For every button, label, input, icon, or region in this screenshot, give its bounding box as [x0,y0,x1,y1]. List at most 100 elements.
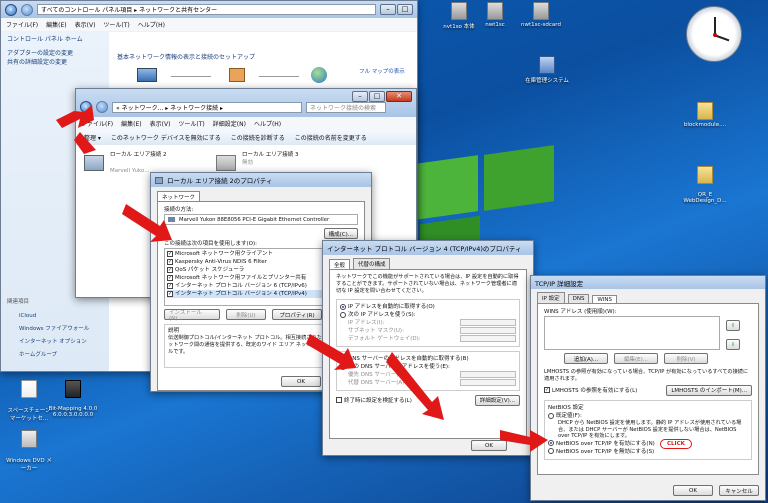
disable-device-button[interactable]: このネットワーク デバイスを無効にする [111,133,221,142]
rename-button[interactable]: この接続の名前を変更する [295,133,367,142]
checkbox[interactable]: ✓ [167,274,173,281]
ipv4-ok-button[interactable]: OK [471,440,507,451]
lmhosts-checkbox[interactable]: ✓ LMHOSTS の参照を有効にする(L) [544,387,637,395]
checkbox[interactable]: ✓ [167,250,173,257]
radio[interactable] [340,363,346,370]
configure-button[interactable]: 構成(C)... [323,228,358,239]
ipv4-tab-alternate[interactable]: 代替の構成 [352,258,391,269]
subnet-input[interactable] [460,327,516,334]
desktop-icon-left-3[interactable]: Windows DVD メ ーカー [0,424,58,472]
minimize-button[interactable]: – [380,4,396,15]
radio[interactable] [548,440,554,446]
nc-address-bar[interactable]: « ネットワーク... ▸ ネットワーク接続 ▸ [112,102,302,113]
menu-edit[interactable]: 編集(E) [46,20,66,29]
menu-view[interactable]: 表示(V) [75,20,96,29]
menu-help[interactable]: ヘルプ(H) [138,20,165,29]
sidebar-homegroup[interactable]: ホームグループ [19,351,57,359]
nc-minimize-button[interactable]: – [352,91,368,102]
lan-ok-button[interactable]: OK [281,376,321,387]
nc-menu-file[interactable]: ファイル(F) [81,119,113,128]
dns-manual-option[interactable]: 次の DNS サーバーのアドレスを使う(E): [340,363,516,371]
sidebar-icloud[interactable]: iCloud [19,312,36,320]
nc-menu-advanced[interactable]: 詳細設定(N) [213,119,246,128]
netbios-disable-option[interactable]: NetBIOS over TCP/IP を無効にする(S) [548,448,748,456]
adv-cancel-button[interactable]: キャンセル [719,485,759,496]
uninstall-button[interactable]: 削除(U) [226,309,266,320]
nc-search-box[interactable]: ネットワーク接続の検索 [306,102,386,113]
ip-address-input[interactable] [460,319,516,326]
tcpip-advanced-dialog: TCP/IP 詳細設定 IP 設定 DNS WINS WINS アドレス (使用… [530,275,766,501]
desktop-icon-4[interactable]: 在庫管理システム [518,56,576,84]
diagnose-button[interactable]: この接続を診断する [231,133,285,142]
move-down-icon[interactable]: ⇩ [726,339,740,350]
dns-alternate-input[interactable] [460,379,516,386]
nc-forward-icon[interactable]: › [96,101,108,113]
radio[interactable] [340,355,346,362]
nc-menu-view[interactable]: 表示(V) [150,119,171,128]
wins-add-button[interactable]: 追加(A)... [564,353,608,364]
netbios-default-desc: DHCP から NetBIOS 設定を使用します。静的 IP アドレスが使用され… [558,420,742,439]
adapter-field: Marvell Yukon 88E8056 PCI-E Gigabit Ethe… [164,214,358,225]
desktop-icon-webdesign[interactable]: QR_E WebDesign_D... [676,160,734,204]
desktop-icon-left-2[interactable]: Bit-Mapping 4.0.0 6.0.0.3.0.0.0.0 [44,374,102,418]
nc-maximize-button[interactable]: □ [369,91,385,102]
gateway-input[interactable] [460,335,516,342]
radio[interactable] [548,412,554,419]
wins-remove-button[interactable]: 削除(V) [664,353,708,364]
menu-file[interactable]: ファイル(F) [6,20,38,29]
forward-icon[interactable]: › [21,3,33,16]
sidebar-advanced-sharing[interactable]: 共有の詳細設定の変更 [1,58,109,67]
ip-manual-option[interactable]: 次の IP アドレスを使う(S): [340,311,516,319]
checkbox[interactable]: ✓ [167,266,173,273]
computer-icon [137,68,157,82]
desktop-icon-3[interactable]: nwt1sc-sdcard [512,2,570,28]
network-adapter-icon [216,155,236,171]
nc-menu-help[interactable]: ヘルプ(H) [254,119,281,128]
nc-menu-edit[interactable]: 編集(E) [121,119,141,128]
back-icon[interactable]: ‹ [5,3,17,16]
advanced-button[interactable]: 詳細設定(V)... [474,395,520,406]
adv-tab-dns[interactable]: DNS [567,294,590,303]
checkbox[interactable]: ✓ [167,282,173,289]
radio[interactable] [340,311,346,318]
netbios-default-option[interactable]: 既定値(F): [548,412,748,420]
properties-button[interactable]: プロパティ(R) [272,309,322,320]
full-map-link[interactable]: フル マップの表示 [359,68,405,76]
sidebar-cp-home[interactable]: コントロール パネル ホーム [1,32,109,44]
install-button[interactable]: インストール(N)... [164,309,220,322]
adv-tab-ip[interactable]: IP 設定 [537,292,565,303]
nc-close-button[interactable]: ✕ [386,91,412,102]
dns-auto-option[interactable]: DNS サーバーのアドレスを自動的に取得する(B) [340,355,516,363]
sidebar-adapter-settings[interactable]: アダプターの設定の変更 [1,44,109,58]
nsc-address-bar[interactable]: すべてのコントロール パネル項目 ▸ ネットワークと共有センター [37,4,376,15]
ipv4-titlebar: インターネット プロトコル バージョン 4 (TCP/IPv4)のプロパティ [323,241,533,255]
ip-auto-option[interactable]: IP アドレスを自動的に取得する(O) [340,303,516,311]
organize-button[interactable]: 整理 ▾ [84,133,101,142]
lmhosts-import-button[interactable]: LMHOSTS のインポート(M)... [666,385,752,396]
adv-ok-button[interactable]: OK [673,485,713,496]
dns-preferred-input[interactable] [460,371,516,378]
connection-sub: 無効 [242,160,254,166]
ipv4-panel: ネットワークでこの機能がサポートされている場合は、IP 設定を自動的に取得するこ… [329,269,527,439]
move-up-icon[interactable]: ⇧ [726,320,740,331]
validate-checkbox[interactable]: 終了時に設定を検証する(L) [336,397,412,405]
checkbox[interactable]: ✓ [167,290,173,297]
nc-menu-tools[interactable]: ツール(T) [178,119,204,128]
radio[interactable] [340,303,346,310]
wins-list[interactable] [544,316,720,350]
checkbox [336,397,342,403]
checkbox: ✓ [544,387,550,393]
maximize-button[interactable]: □ [397,4,413,15]
desktop-icon-blockmodule[interactable]: blockmodule.... [676,102,734,128]
adv-titlebar: TCP/IP 詳細設定 [531,276,765,289]
wins-edit-button[interactable]: 編集(E)... [614,353,658,364]
radio[interactable] [548,448,554,454]
sidebar-firewall[interactable]: Windows ファイアウォール [19,325,89,333]
menu-tools[interactable]: ツール(T) [103,20,129,29]
nc-back-icon[interactable]: ‹ [80,101,92,113]
sidebar-internet-options[interactable]: インターネット オプション [19,338,87,346]
checkbox[interactable]: ✓ [167,258,173,265]
dns-preferred-row: 優先 DNS サーバー(P): [340,371,516,379]
netbios-enable-option[interactable]: NetBIOS over TCP/IP を有効にする(N) CLICK [548,438,748,449]
gateway-row: デフォルト ゲートウェイ(D): [340,335,516,343]
